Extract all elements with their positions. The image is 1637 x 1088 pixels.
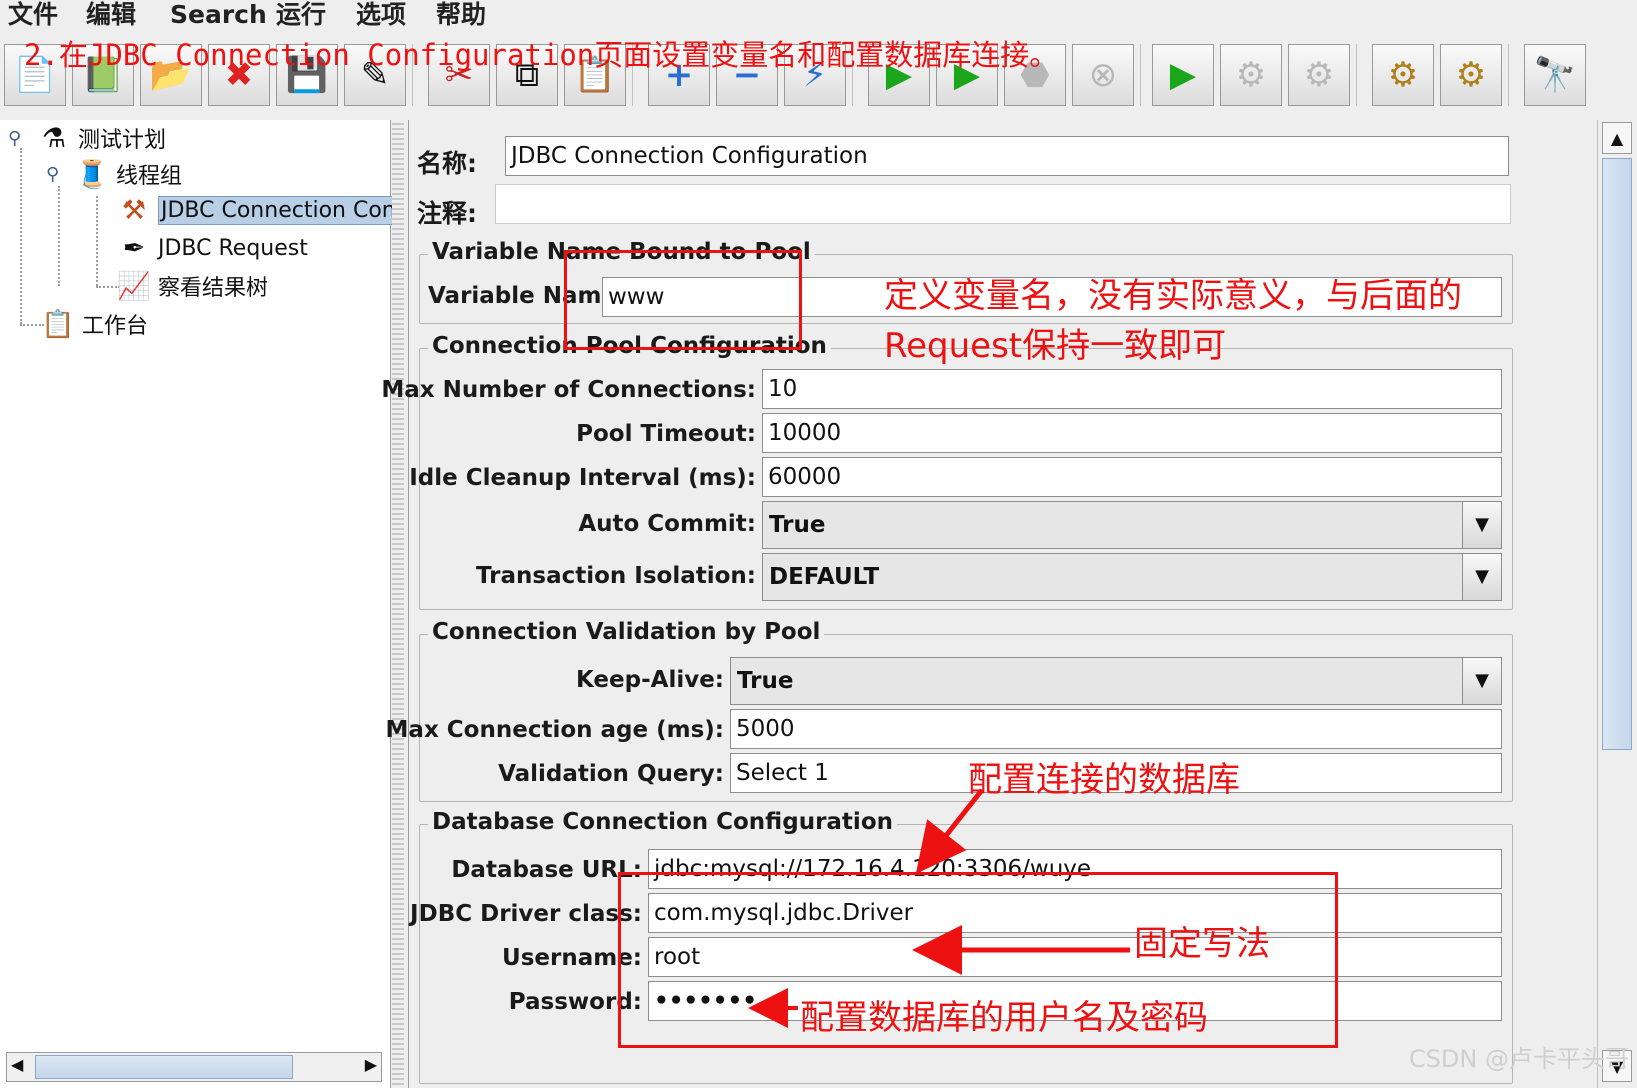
watermark: CSDN @卢卡平头哥 — [1408, 1045, 1629, 1073]
arrow-to-url — [915, 788, 984, 874]
annotation-arrows — [748, 788, 1130, 1028]
